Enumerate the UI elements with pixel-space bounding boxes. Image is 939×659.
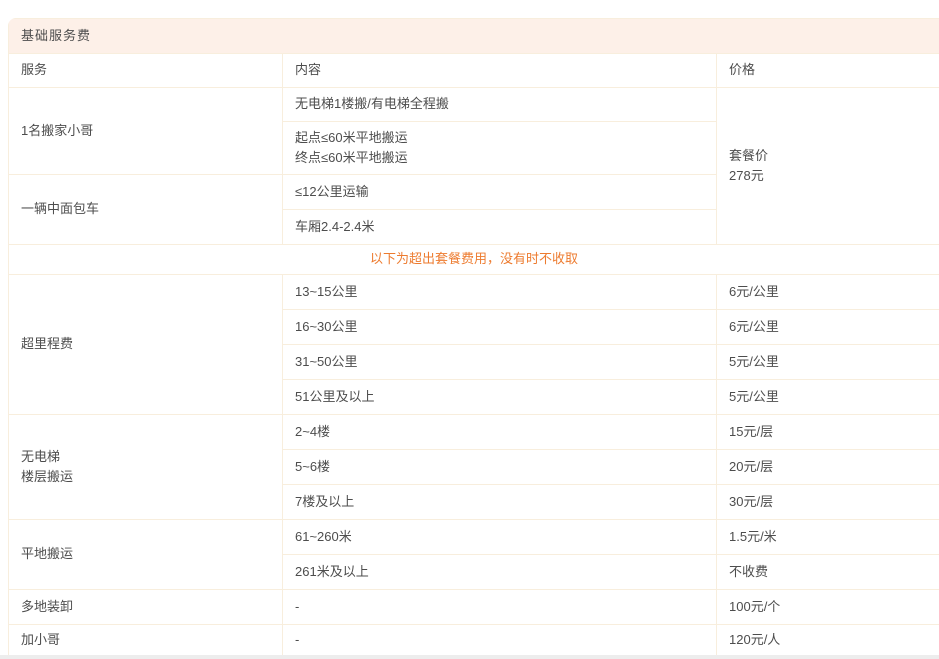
content-cell: -	[283, 625, 717, 657]
price-cell: 30元/层	[717, 485, 939, 520]
price-cell: 1.5元/米	[717, 520, 939, 555]
price-cell: 120元/人	[717, 625, 939, 657]
service-cell: 平地搬运	[9, 520, 283, 590]
table-title: 基础服务费	[9, 19, 939, 54]
content-cell: 起点≤60米平地搬运终点≤60米平地搬运	[283, 122, 717, 175]
pricing-table: 基础服务费 服务 内容 价格 1名搬家小哥无电梯1楼搬/有电梯全程搬套餐价278…	[8, 18, 939, 657]
price-cell: 6元/公里	[717, 310, 939, 345]
table-row: 平地搬运61~260米1.5元/米	[9, 520, 939, 555]
content-cell: 16~30公里	[283, 310, 717, 345]
content-cell: 31~50公里	[283, 345, 717, 380]
table-header-row: 服务 内容 价格	[9, 54, 939, 88]
table-title-row: 基础服务费	[9, 19, 939, 54]
service-cell: 1名搬家小哥	[9, 88, 283, 175]
content-cell: 261米及以上	[283, 555, 717, 590]
table-row: 加小哥-120元/人	[9, 625, 939, 657]
price-cell: 5元/公里	[717, 345, 939, 380]
service-cell: 无电梯楼层搬运	[9, 415, 283, 520]
table-row: 超里程费13~15公里6元/公里	[9, 275, 939, 310]
column-header-service: 服务	[9, 54, 283, 88]
service-cell: 多地装卸	[9, 590, 283, 625]
column-header-price: 价格	[717, 54, 939, 88]
price-cell: 15元/层	[717, 415, 939, 450]
service-cell: 一辆中面包车	[9, 175, 283, 245]
content-cell: 车厢2.4-2.4米	[283, 210, 717, 245]
content-cell: 7楼及以上	[283, 485, 717, 520]
basic-service-fee-table: 基础服务费 服务 内容 价格 1名搬家小哥无电梯1楼搬/有电梯全程搬套餐价278…	[8, 18, 939, 657]
content-cell: ≤12公里运输	[283, 175, 717, 210]
price-cell: 5元/公里	[717, 380, 939, 415]
table-row: 以下为超出套餐费用，没有时不收取	[9, 245, 939, 275]
price-cell: 套餐价278元	[717, 88, 939, 245]
content-cell: 5~6楼	[283, 450, 717, 485]
table-row: 1名搬家小哥无电梯1楼搬/有电梯全程搬套餐价278元	[9, 88, 939, 122]
content-cell: -	[283, 590, 717, 625]
price-cell: 100元/个	[717, 590, 939, 625]
note-row-text: 以下为超出套餐费用，没有时不收取	[9, 245, 939, 275]
service-cell: 超里程费	[9, 275, 283, 415]
table-row: 多地装卸-100元/个	[9, 590, 939, 625]
pricing-table-body: 1名搬家小哥无电梯1楼搬/有电梯全程搬套餐价278元起点≤60米平地搬运终点≤6…	[9, 88, 939, 657]
content-cell: 无电梯1楼搬/有电梯全程搬	[283, 88, 717, 122]
table-row: 无电梯楼层搬运2~4楼15元/层	[9, 415, 939, 450]
content-cell: 51公里及以上	[283, 380, 717, 415]
page-bottom-strip	[0, 655, 939, 659]
price-cell: 20元/层	[717, 450, 939, 485]
content-cell: 13~15公里	[283, 275, 717, 310]
price-cell: 不收费	[717, 555, 939, 590]
content-cell: 61~260米	[283, 520, 717, 555]
service-cell: 加小哥	[9, 625, 283, 657]
price-cell: 6元/公里	[717, 275, 939, 310]
column-header-content: 内容	[283, 54, 717, 88]
content-cell: 2~4楼	[283, 415, 717, 450]
